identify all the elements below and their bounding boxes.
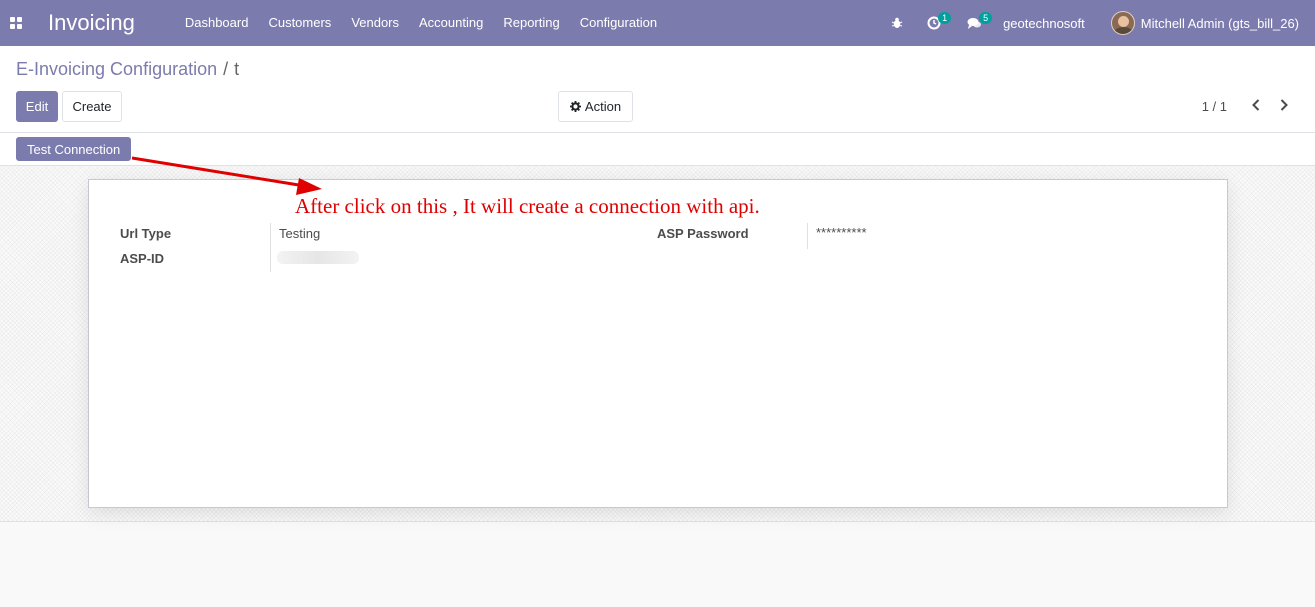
company-switcher[interactable]: geotechnosoft — [1003, 16, 1085, 31]
pager-previous-button[interactable] — [1246, 93, 1266, 117]
asp-id-value-redacted[interactable] — [277, 251, 359, 264]
pager-value[interactable]: 1 / 1 — [1202, 99, 1227, 114]
create-button[interactable]: Create — [62, 91, 122, 122]
field-divider — [807, 223, 808, 249]
asp-password-value[interactable]: ********** — [816, 225, 867, 240]
avatar — [1110, 11, 1135, 35]
action-button[interactable]: Action — [558, 91, 633, 122]
gear-icon — [569, 101, 581, 112]
asp-id-label: ASP-ID — [120, 251, 165, 266]
menu-reporting[interactable]: Reporting — [493, 0, 569, 46]
app-title[interactable]: Invoicing — [48, 10, 135, 36]
url-type-value[interactable]: Testing — [279, 226, 320, 241]
top-navbar: Invoicing Dashboard Customers Vendors Ac… — [0, 0, 1315, 46]
messages-button[interactable]: 5 — [959, 0, 993, 46]
form-statusbar: Test Connection — [0, 133, 1315, 166]
control-panel: E-Invoicing Configuration / t Edit Create … — [0, 46, 1315, 133]
field-divider — [270, 223, 271, 272]
form-view: After click on this , It will create a c… — [0, 166, 1315, 522]
url-type-label: Url Type — [120, 226, 172, 241]
breadcrumb-parent[interactable]: E-Invoicing Configuration — [16, 59, 217, 79]
menu-configuration[interactable]: Configuration — [570, 0, 667, 46]
breadcrumb-current: t — [234, 59, 240, 79]
pager-next-button[interactable] — [1274, 93, 1294, 117]
debug-button[interactable] — [885, 0, 909, 46]
bug-icon — [891, 17, 903, 28]
messages-badge: 5 — [979, 12, 993, 24]
user-name: Mitchell Admin (gts_bill_26) — [1140, 15, 1299, 31]
breadcrumb: E-Invoicing Configuration / t — [16, 59, 239, 80]
action-label: Action — [584, 99, 622, 114]
main-menu: Dashboard Customers Vendors Accounting R… — [175, 0, 667, 46]
menu-accounting[interactable]: Accounting — [409, 0, 493, 46]
menu-vendors[interactable]: Vendors — [341, 0, 409, 46]
menu-customers[interactable]: Customers — [258, 0, 341, 46]
annotation-text: After click on this , It will create a c… — [295, 194, 760, 218]
activity-button[interactable]: 1 — [919, 0, 952, 46]
menu-dashboard[interactable]: Dashboard — [175, 0, 259, 46]
edit-button[interactable]: Edit — [16, 91, 58, 122]
activity-badge: 1 — [938, 12, 952, 24]
form-sheet: After click on this , It will create a c… — [88, 179, 1228, 508]
breadcrumb-separator: / — [223, 59, 229, 79]
test-connection-button[interactable]: Test Connection — [16, 137, 132, 161]
user-menu[interactable]: Mitchell Admin (gts_bill_26) — [1110, 11, 1299, 35]
chevron-left-icon — [1252, 99, 1260, 111]
asp-password-label: ASP Password — [657, 226, 749, 241]
chevron-right-icon — [1280, 99, 1288, 111]
apps-grid-icon[interactable] — [0, 0, 32, 46]
